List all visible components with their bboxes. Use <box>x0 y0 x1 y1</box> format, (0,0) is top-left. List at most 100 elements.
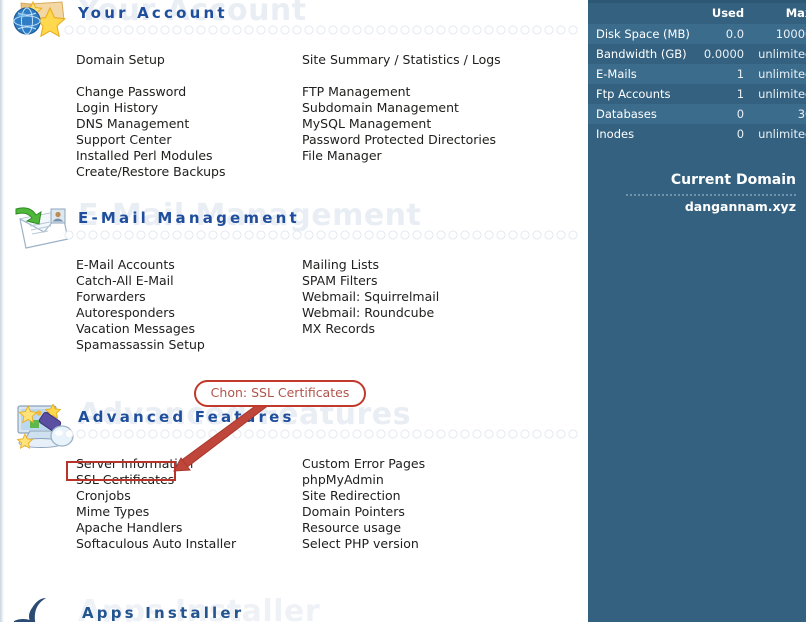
main-content: Your Account <box>4 0 578 622</box>
row-used: 0 <box>696 104 750 124</box>
row-used: 0.0000 <box>696 44 750 64</box>
row-used: 1 <box>696 64 750 84</box>
link-create-restore-backups[interactable]: Create/Restore Backups <box>76 164 225 180</box>
link-phpmyadmin[interactable]: phpMyAdmin <box>302 472 425 488</box>
row-max: 30 <box>750 104 806 124</box>
row-used: 1 <box>696 84 750 104</box>
link-site-redirection[interactable]: Site Redirection <box>302 488 425 504</box>
link-webmail-squirrelmail[interactable]: Webmail: Squirrelmail <box>302 289 439 305</box>
link-dns-management[interactable]: DNS Management <box>76 116 225 132</box>
link-spamassassin-setup[interactable]: Spamassassin Setup <box>76 337 205 353</box>
row-max: 10000 <box>750 24 806 44</box>
link-email-accounts[interactable]: E-Mail Accounts <box>76 257 205 273</box>
apps-installer-icon <box>14 596 80 622</box>
spacer <box>302 68 501 84</box>
row-max: unlimited <box>750 44 806 64</box>
monitor-flashlight-icon <box>10 404 76 454</box>
table-row: Bandwidth (GB) 0.0000 unlimited <box>588 44 806 64</box>
row-label: E-Mails <box>588 64 696 84</box>
current-domain-title: Current Domain <box>588 172 796 188</box>
decorative-dots-strip <box>64 21 578 35</box>
table-row: Databases 0 30 <box>588 104 806 124</box>
table-row: E-Mails 1 unlimited <box>588 64 806 84</box>
section-title: Your Account <box>78 4 228 22</box>
link-login-history[interactable]: Login History <box>76 100 225 116</box>
link-ftp-management[interactable]: FTP Management <box>302 84 501 100</box>
table-row: Disk Space (MB) 0.0 10000 <box>588 24 806 44</box>
section-header: Advanced Features <box>4 404 578 450</box>
link-autoresponders[interactable]: Autoresponders <box>76 305 205 321</box>
row-max: unlimited <box>750 124 806 144</box>
link-columns: E-Mail Accounts Catch-All E-Mail Forward… <box>4 251 578 257</box>
decorative-dots-strip <box>64 226 578 240</box>
section-email-management: E-Mail Management <box>4 205 578 257</box>
link-forwarders[interactable]: Forwarders <box>76 289 205 305</box>
link-mailing-lists[interactable]: Mailing Lists <box>302 257 439 273</box>
row-label: Bandwidth (GB) <box>588 44 696 64</box>
globe-stars-icon <box>10 0 76 50</box>
directadmin-panel-page: Your Account <box>0 0 806 622</box>
row-label: Disk Space (MB) <box>588 24 696 44</box>
section-header: Your Account <box>4 0 578 46</box>
link-column-left: Server Information SSL Certificates Cron… <box>76 456 236 552</box>
row-max: unlimited <box>750 84 806 104</box>
row-used: 0.0 <box>696 24 750 44</box>
row-max: unlimited <box>750 64 806 84</box>
link-softaculous-auto-installer[interactable]: Softaculous Auto Installer <box>76 536 236 552</box>
table-row: Inodes 0 unlimited <box>588 124 806 144</box>
link-file-manager[interactable]: File Manager <box>302 148 501 164</box>
table-header-row: Used Max <box>588 3 806 24</box>
right-stats-panel: Used Max Disk Space (MB) 0.0 10000 Bandw… <box>588 0 806 622</box>
link-spam-filters[interactable]: SPAM Filters <box>302 273 439 289</box>
decorative-dots-strip <box>64 425 578 439</box>
section-apps-installer: Apps Installer Apps Installer <box>8 596 582 622</box>
section-title: Advanced Features <box>78 408 295 426</box>
link-apache-handlers[interactable]: Apache Handlers <box>76 520 236 536</box>
link-password-protected-directories[interactable]: Password Protected Directories <box>302 132 501 148</box>
section-header: E-Mail Management <box>4 205 578 251</box>
link-custom-error-pages[interactable]: Custom Error Pages <box>302 456 425 472</box>
row-label: Ftp Accounts <box>588 84 696 104</box>
link-column-right: Mailing Lists SPAM Filters Webmail: Squi… <box>302 257 439 337</box>
link-mysql-management[interactable]: MySQL Management <box>302 116 501 132</box>
link-installed-perl-modules[interactable]: Installed Perl Modules <box>76 148 225 164</box>
link-cronjobs[interactable]: Cronjobs <box>76 488 236 504</box>
row-label: Databases <box>588 104 696 124</box>
spacer <box>76 68 225 84</box>
envelope-arrow-icon <box>10 205 76 255</box>
row-label: Inodes <box>588 124 696 144</box>
link-domain-setup[interactable]: Domain Setup <box>76 52 225 68</box>
link-change-password[interactable]: Change Password <box>76 84 225 100</box>
link-resource-usage[interactable]: Resource usage <box>302 520 425 536</box>
current-domain-divider <box>626 194 798 196</box>
link-select-php-version[interactable]: Select PHP version <box>302 536 425 552</box>
col-header-max: Max <box>750 3 806 24</box>
link-mx-records[interactable]: MX Records <box>302 321 439 337</box>
col-header-used: Used <box>696 3 750 24</box>
link-mime-types[interactable]: Mime Types <box>76 504 236 520</box>
section-title: Apps Installer <box>82 604 244 622</box>
link-subdomain-management[interactable]: Subdomain Management <box>302 100 501 116</box>
table-row: Ftp Accounts 1 unlimited <box>588 84 806 104</box>
section-your-account: Your Account <box>4 0 578 52</box>
link-server-information[interactable]: Server Information <box>76 456 236 472</box>
link-ssl-certificates[interactable]: SSL Certificates <box>76 472 236 488</box>
link-catch-all-email[interactable]: Catch-All E-Mail <box>76 273 205 289</box>
row-used: 0 <box>696 124 750 144</box>
link-columns: Server Information SSL Certificates Cron… <box>4 450 578 456</box>
link-domain-pointers[interactable]: Domain Pointers <box>302 504 425 520</box>
link-support-center[interactable]: Support Center <box>76 132 225 148</box>
link-columns: Domain Setup Change Password Login Histo… <box>4 46 578 52</box>
current-domain-name[interactable]: dangannam.xyz <box>588 199 796 214</box>
link-site-summary-statistics-logs[interactable]: Site Summary / Statistics / Logs <box>302 52 501 68</box>
section-advanced-features: Advanced Features <box>4 404 578 456</box>
link-vacation-messages[interactable]: Vacation Messages <box>76 321 205 337</box>
link-column-left: Domain Setup Change Password Login Histo… <box>76 52 225 180</box>
link-column-right: Site Summary / Statistics / Logs FTP Man… <box>302 52 501 164</box>
section-title: E-Mail Management <box>78 209 300 227</box>
link-column-right: Custom Error Pages phpMyAdmin Site Redir… <box>302 456 425 552</box>
resource-usage-table: Used Max Disk Space (MB) 0.0 10000 Bandw… <box>588 3 806 144</box>
link-column-left: E-Mail Accounts Catch-All E-Mail Forward… <box>76 257 205 353</box>
col-header-blank <box>588 3 696 24</box>
link-webmail-roundcube[interactable]: Webmail: Roundcube <box>302 305 439 321</box>
